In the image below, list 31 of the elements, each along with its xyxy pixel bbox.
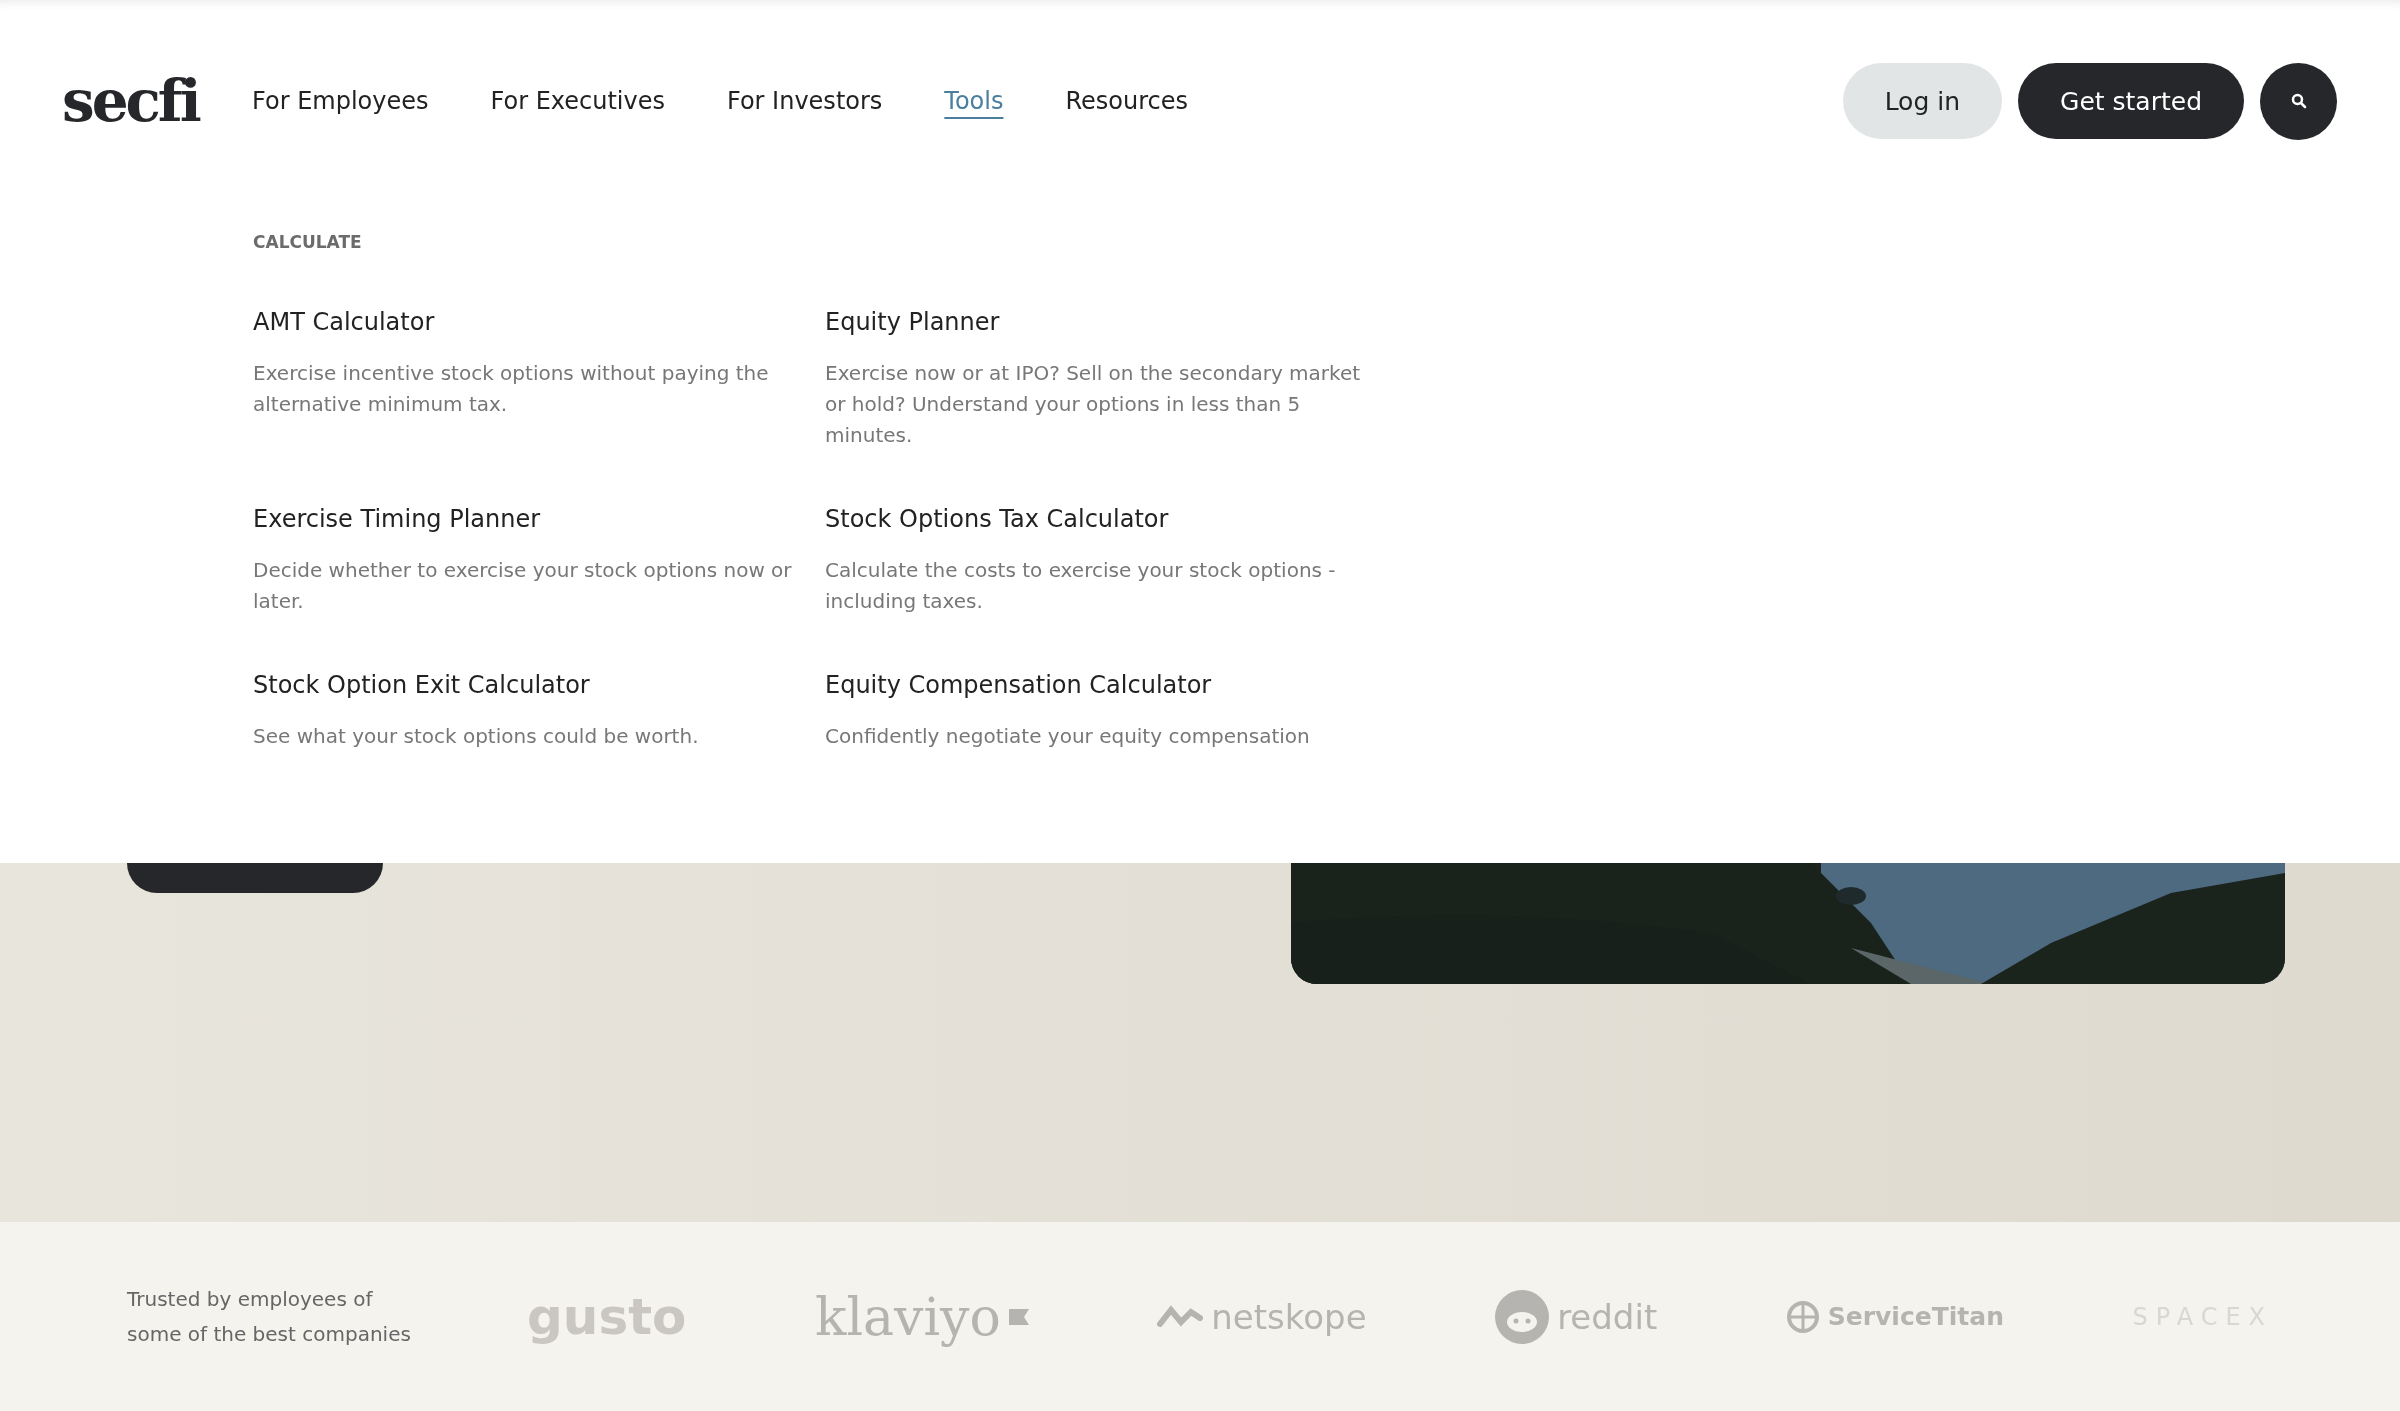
get-started-button[interactable]: Get started — [2018, 63, 2244, 139]
nav-link[interactable]: For Investors — [727, 87, 883, 115]
menu-link[interactable]: Stock Options Tax Calculator — [825, 505, 1365, 533]
trusted-text: Trusted by employees of some of the best companies — [127, 1285, 412, 1348]
nav-link[interactable]: For Employees — [252, 87, 429, 115]
nav-link[interactable]: For Executives — [490, 87, 665, 115]
company-logo: klaviyo — [814, 1286, 1001, 1347]
flag-icon — [1008, 1308, 1029, 1325]
menu-link[interactable]: Exercise Timing Planner — [253, 505, 793, 533]
menu-link[interactable]: Equity Compensation Calculator — [825, 671, 1365, 699]
company-logo: reddit — [1557, 1296, 1658, 1337]
search-icon — [2290, 93, 2307, 109]
logo[interactable]: secfi — [62, 72, 252, 130]
menu-link[interactable]: Equity Planner — [825, 308, 1365, 336]
hero-button[interactable] — [127, 863, 383, 893]
menu-description: Confidently negotiate your equity compensation — [825, 723, 1311, 750]
login-button[interactable]: Log in — [1842, 63, 2002, 139]
globe-icon — [1785, 1299, 1820, 1334]
menu-description: Decide whether to exercise your stock options now or later. — [253, 557, 793, 615]
company-logo: ServiceTitan — [1827, 1302, 2004, 1331]
menu-description: See what your stock options could be worth. — [253, 723, 700, 750]
menu-link[interactable]: Stock Option Exit Calculator — [253, 671, 793, 699]
company-logo: netskope — [1211, 1296, 1367, 1337]
wave-icon — [1157, 1303, 1204, 1330]
menu-description: Exercise now or at IPO? Sell on the secondary market or hold? Understand your options in less than 5 minutes. — [825, 360, 1362, 449]
menu-link[interactable]: AMT Calculator — [253, 308, 793, 336]
nav-link[interactable]: Resources — [1065, 87, 1189, 115]
section-heading: CALCULATE — [253, 232, 363, 252]
menu-description: Calculate the costs to exercise your stock options - including taxes. — [825, 557, 1337, 615]
nav-link[interactable]: Tools — [944, 87, 1004, 115]
menu-description: Exercise incentive stock options without paying the alternative minimum tax. — [253, 360, 770, 418]
